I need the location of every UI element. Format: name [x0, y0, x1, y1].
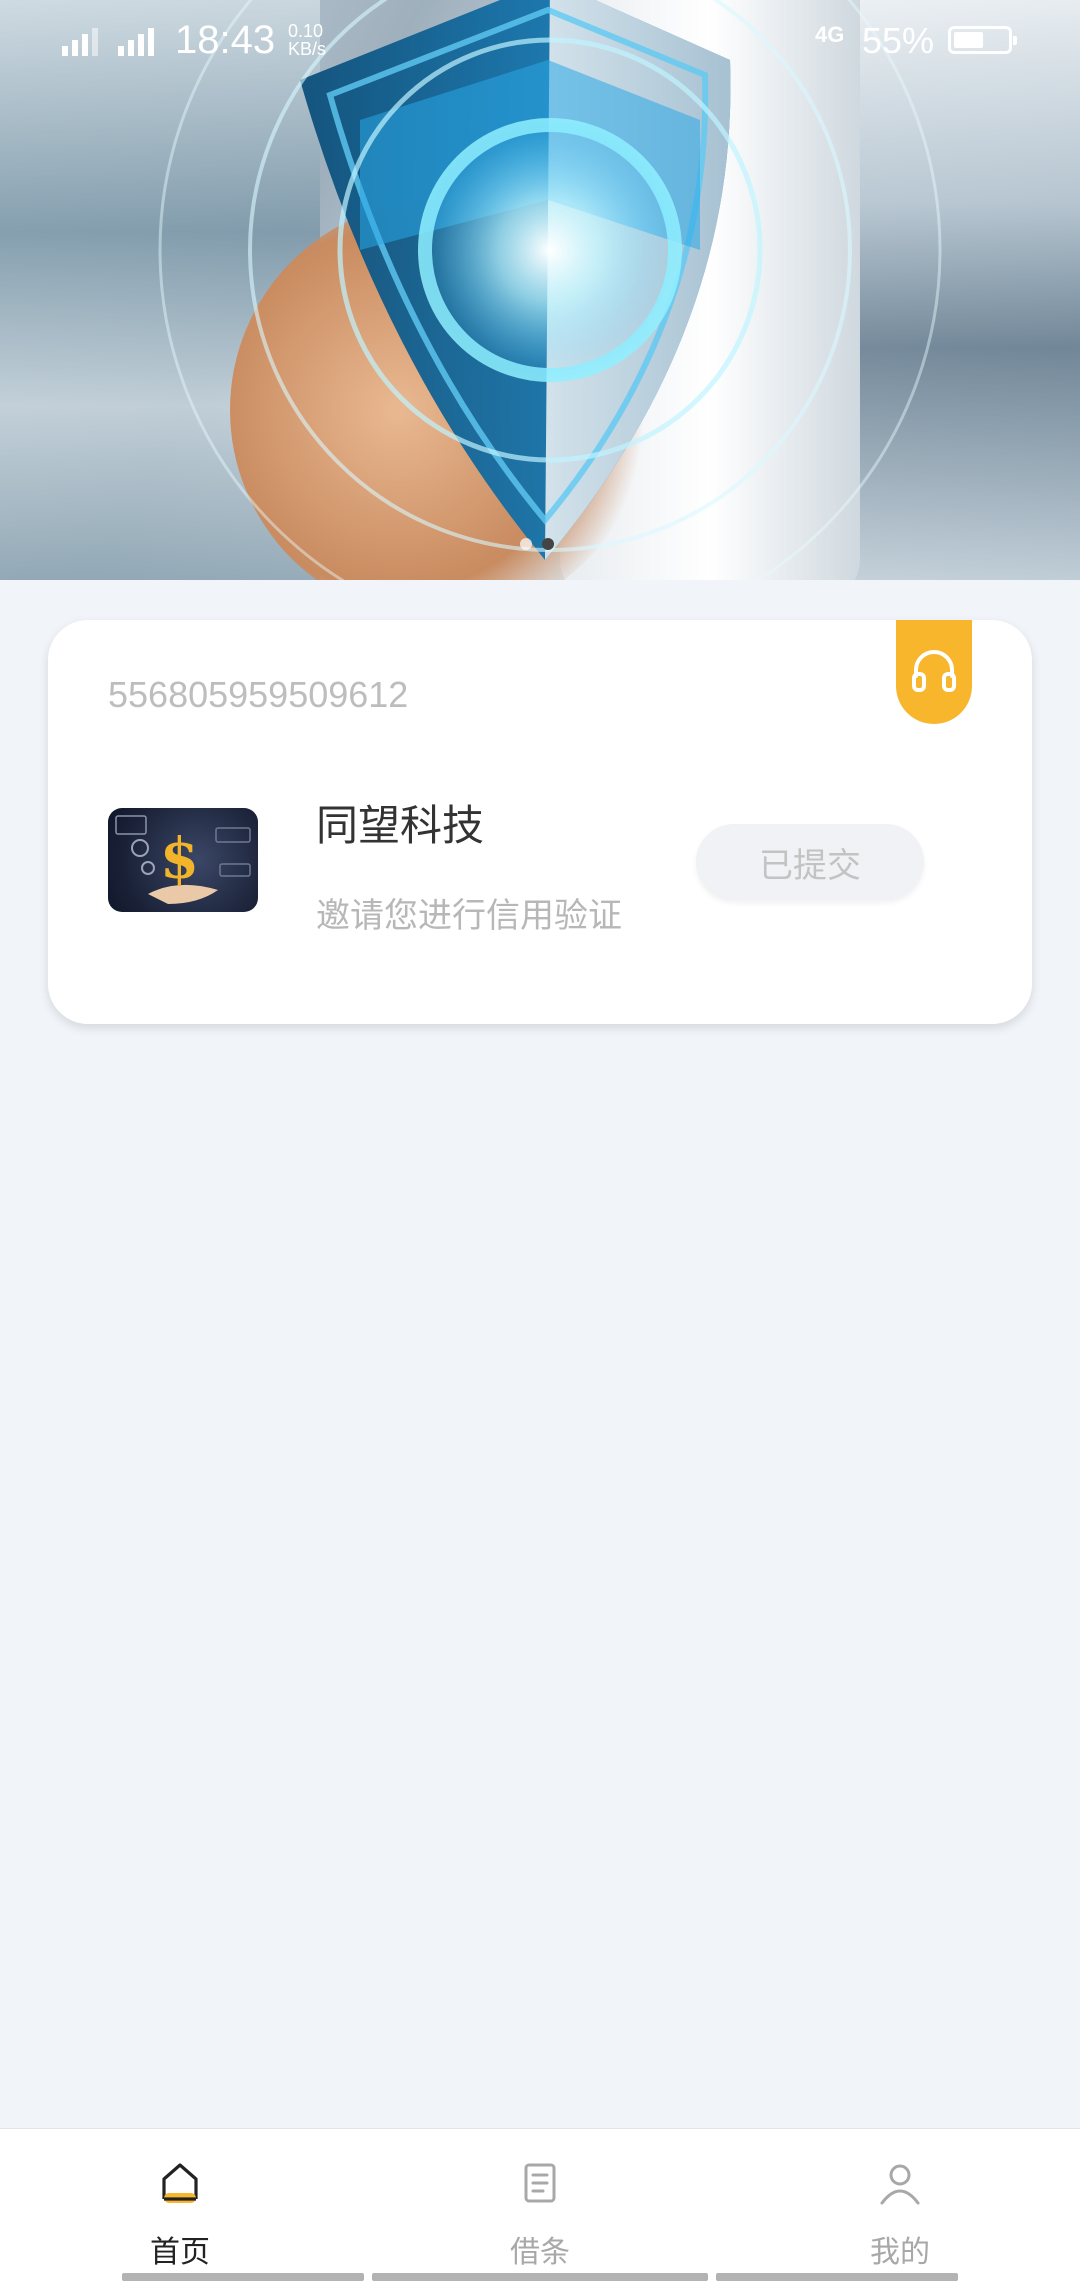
- user-icon: [880, 2164, 920, 2205]
- nav-item-me[interactable]: 我的: [800, 2129, 1000, 2281]
- invite-text: 邀请您进行信用验证: [316, 896, 622, 936]
- status-bar: 18:43 0.10 KB/s 4G 55%: [0, 0, 1080, 84]
- verification-card[interactable]: 556805959509612 $ 同望科技 邀请您进行信用验证 已提交: [48, 620, 1032, 1024]
- battery-fill: [954, 32, 983, 48]
- nav-item-loan[interactable]: 借条: [440, 2129, 640, 2281]
- nav-label-loan: 借条: [510, 2235, 570, 2270]
- network-speed: 0.10 KB/s: [288, 22, 326, 58]
- carousel-dot-1[interactable]: [520, 538, 532, 550]
- money-hand-icon: $: [115, 815, 251, 904]
- banner-carousel[interactable]: [0, 0, 1080, 580]
- nav-item-home[interactable]: 首页: [80, 2129, 280, 2281]
- carousel-dot-2[interactable]: [542, 538, 554, 550]
- clock: 18:43: [175, 18, 276, 62]
- document-icon: [524, 2163, 556, 2203]
- nav-label-me: 我的: [870, 2235, 930, 2270]
- network-speed-unit: KB/s: [288, 39, 327, 59]
- home-icon: [162, 2163, 198, 2203]
- carousel-indicator: [520, 538, 554, 550]
- product-thumbnail: $: [108, 808, 258, 912]
- signal-icon: [62, 28, 154, 56]
- svg-text:$: $: [160, 826, 199, 892]
- nav-label-home: 首页: [150, 2235, 210, 2270]
- customer-service-button[interactable]: [896, 620, 972, 724]
- network-speed-value: 0.10: [288, 21, 324, 41]
- card-id-number: 556805959509612: [108, 674, 409, 715]
- shield-graphic: [158, 0, 942, 580]
- headset-icon: [912, 650, 956, 692]
- submitted-status-button[interactable]: 已提交: [696, 824, 924, 900]
- company-name: 同望科技: [316, 801, 485, 850]
- battery-icon: [948, 26, 1017, 54]
- bottom-navigation: 首页 借条 我的: [0, 2128, 1080, 2281]
- battery-percent: 55%: [862, 20, 935, 61]
- network-type: 4G: [815, 22, 845, 47]
